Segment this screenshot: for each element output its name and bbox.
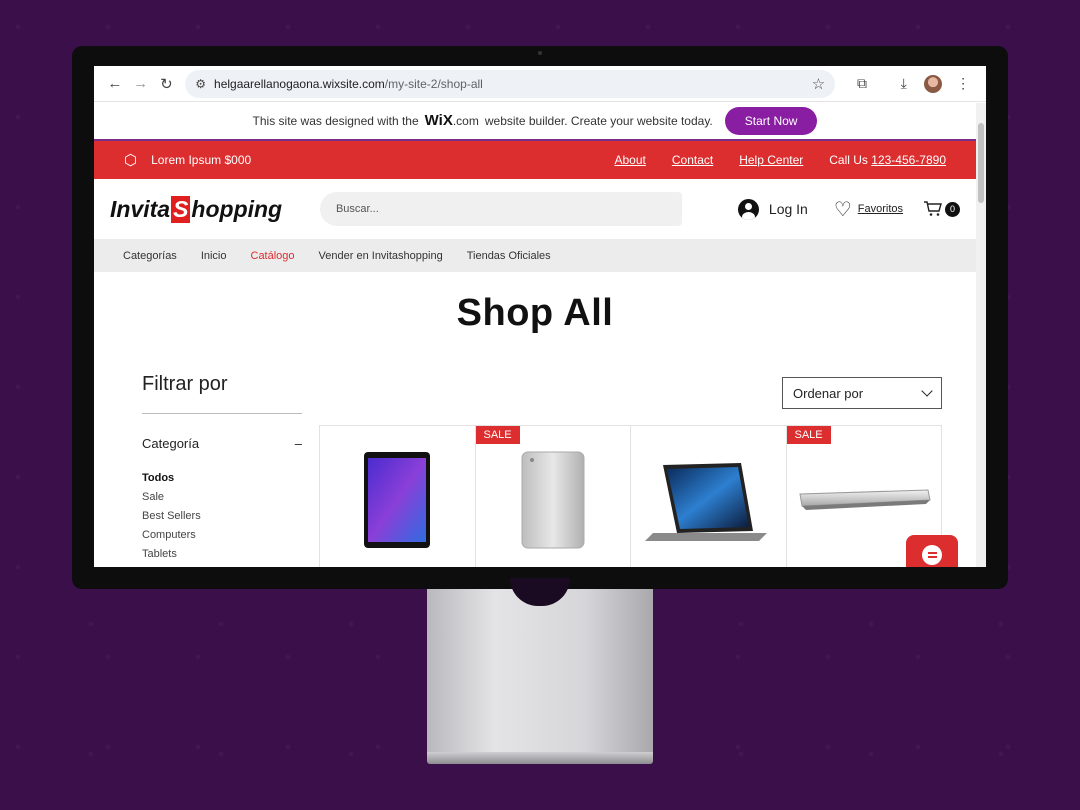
nav-vender[interactable]: Vender en Invitashopping [319,250,443,262]
site-header: Invita Shopping Buscar... Log In ♡ Favori… [94,179,976,239]
browser-window: ← → ↻ ⚙ helgaarellanogaona.wixsite.com/m… [94,66,986,567]
cart-icon [924,201,942,216]
filter-sale[interactable]: Sale [142,488,201,507]
help-center-link[interactable]: Help Center [739,153,803,167]
url-text[interactable]: helgaarellanogaona.wixsite.com/my-site-2… [214,77,812,91]
cart-count-badge: 0 [945,201,961,217]
nav-inicio[interactable]: Inicio [201,250,227,262]
tablet-keyboard-case-image [645,463,768,541]
scrollbar-thumb[interactable] [978,123,984,203]
wix-banner: This site was designed with the WiX.com … [94,103,976,141]
filter-todos[interactable]: Todos [142,469,201,488]
sort-dropdown[interactable]: Ordenar por [782,377,942,409]
site-logo[interactable]: Invita Shopping [110,195,304,223]
wix-logo-suffix: .com [452,114,479,128]
page-viewport: This site was designed with the WiX.com … [94,103,976,567]
nav-categorias[interactable]: Categorías [123,250,177,262]
wix-banner-text-after: website builder. Create your website tod… [484,114,713,128]
category-filter-label: Categoría [142,436,200,451]
address-bar[interactable]: ⚙ helgaarellanogaona.wixsite.com/my-site… [185,69,836,98]
bookmark-star-icon[interactable]: ☆ [812,75,825,93]
scrollbar[interactable] [976,103,986,567]
top-links: About Contact Help Center Call Us 123-45… [615,153,947,167]
chat-icon [922,545,942,565]
chevron-down-icon [921,385,933,397]
webcam-dot [538,51,542,55]
tablet-silver-back-image [521,451,585,549]
product-card[interactable]: SALE [475,426,631,567]
product-card[interactable] [631,426,787,567]
call-us: Call Us 123-456-7890 [829,153,946,167]
heart-icon: ♡ [833,198,852,221]
login-button[interactable]: Log In [737,198,808,220]
url-host: helgaarellanogaona.wixsite.com [214,76,385,91]
category-filter-list: Todos Sale Best Sellers Computers Tablet… [142,469,201,564]
monitor-stand [427,589,653,754]
about-link[interactable]: About [615,153,646,167]
filter-best-sellers[interactable]: Best Sellers [142,507,201,526]
wix-logo: WiX.com [425,112,479,130]
back-icon[interactable]: ← [102,71,128,97]
package-icon: ⬡ [124,152,138,169]
search-placeholder: Buscar... [335,203,379,215]
reload-icon[interactable]: ↻ [154,71,180,97]
menu-kebab-icon[interactable]: ⋮ [948,71,978,97]
product-grid: SALE SALE [319,425,942,567]
chat-button[interactable] [906,535,958,567]
login-label: Log In [768,201,808,217]
filter-tablets[interactable]: Tablets [142,545,201,564]
logo-text-b: hopping [191,195,283,222]
start-now-button[interactable]: Start Now [724,107,818,135]
contact-link[interactable]: Contact [672,153,713,167]
favorites-link[interactable]: ♡ Favoritos [834,197,903,222]
browser-toolbar: ← → ↻ ⚙ helgaarellanogaona.wixsite.com/m… [94,66,986,102]
user-icon [737,198,759,220]
download-icon[interactable]: ⤓ [889,71,919,97]
url-path: /my-site-2/shop-all [384,76,483,91]
filter-title: Filtrar por [142,373,228,395]
cart-button[interactable]: 0 [923,201,961,217]
filter-divider [142,413,302,414]
tablet-silver-flat-image [799,489,931,510]
tablet-black-front-image [364,452,431,548]
wix-logo-mark: WiX [424,112,453,129]
product-card[interactable] [320,426,476,567]
category-nav: Categorías Inicio Catálogo Vender en Inv… [94,239,976,272]
filter-computers[interactable]: Computers [142,526,201,545]
phone-link[interactable]: 123-456-7890 [871,153,946,167]
forward-icon[interactable]: → [128,71,154,97]
call-us-label: Call Us [829,153,868,167]
sort-label: Ordenar por [793,385,864,401]
logo-text-a: Invita [110,195,171,222]
promo-text: Lorem Ipsum $000 [151,153,252,167]
profile-avatar[interactable] [919,71,949,97]
search-input[interactable]: Buscar... [319,192,682,226]
page-title: Shop All [456,292,614,334]
sale-badge: SALE [475,426,520,444]
site-info-icon[interactable]: ⚙ [195,77,206,91]
category-filter-header[interactable]: Categoría – [142,436,302,451]
favorites-label: Favoritos [857,203,904,215]
stand-base [427,752,653,764]
wix-banner-text-before: This site was designed with the [252,114,419,128]
extensions-icon[interactable]: ⧉ [847,71,877,97]
collapse-icon[interactable]: – [295,436,302,451]
logo-bag-s: S [171,195,191,223]
nav-tiendas-oficiales[interactable]: Tiendas Oficiales [467,250,551,262]
nav-catalogo[interactable]: Catálogo [251,250,295,262]
top-bar: ⬡ Lorem Ipsum $000 About Contact Help Ce… [94,141,976,179]
sale-badge: SALE [786,426,831,444]
